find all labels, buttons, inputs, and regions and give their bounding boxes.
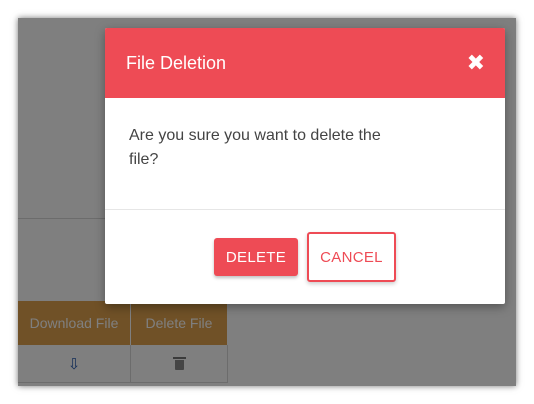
dialog-footer: DELETE CANCEL bbox=[105, 210, 505, 304]
dialog-message: Are you sure you want to delete the file… bbox=[129, 127, 381, 168]
dialog-body: Are you sure you want to delete the file… bbox=[105, 98, 505, 210]
file-deletion-dialog: File Deletion ✖ Are you sure you want to… bbox=[105, 28, 505, 304]
dialog-header: File Deletion ✖ bbox=[105, 28, 505, 98]
delete-button[interactable]: DELETE bbox=[214, 238, 298, 276]
cancel-button[interactable]: CANCEL bbox=[307, 232, 396, 282]
dialog-title: File Deletion bbox=[126, 52, 227, 73]
close-icon[interactable]: ✖ bbox=[467, 52, 485, 74]
app-frame: Download File Delete File ⇩ File Deletio… bbox=[18, 18, 516, 386]
